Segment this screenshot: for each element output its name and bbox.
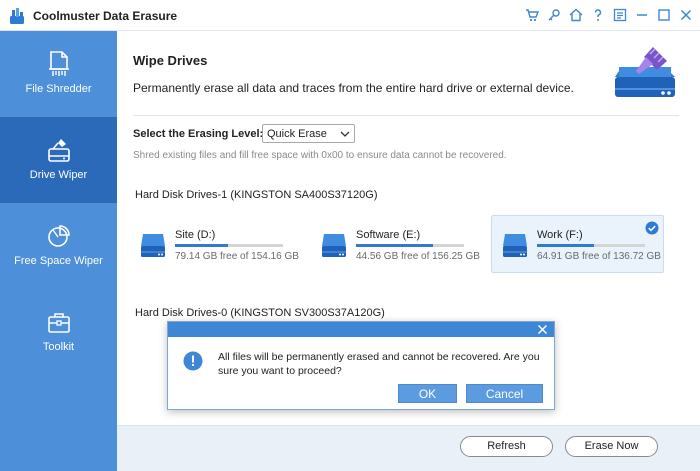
home-icon[interactable] bbox=[567, 6, 585, 24]
erase-now-button[interactable]: Erase Now bbox=[565, 436, 658, 457]
drive-free-space: 64.91 GB free of 136.72 GB bbox=[537, 251, 661, 262]
chevron-down-icon bbox=[340, 131, 350, 137]
drive-wiper-icon bbox=[48, 139, 70, 162]
sidebar-item-label: Toolkit bbox=[42, 341, 75, 353]
drive-usage-bar bbox=[356, 244, 464, 247]
close-icon[interactable] bbox=[677, 6, 695, 24]
toolbox-icon bbox=[48, 313, 70, 333]
pie-chart-icon bbox=[48, 225, 70, 247]
drive-card-software[interactable]: Software (E:) 44.56 GB free of 156.25 GB bbox=[310, 215, 483, 273]
erasing-level-select[interactable]: Quick Erase bbox=[262, 124, 355, 143]
sidebar-item-label: File Shredder bbox=[25, 83, 92, 95]
close-icon[interactable] bbox=[537, 324, 548, 335]
app-logo-icon bbox=[10, 8, 24, 24]
hard-drive-icon bbox=[322, 234, 346, 257]
drive-usage-bar bbox=[537, 244, 645, 247]
feedback-icon[interactable] bbox=[611, 6, 629, 24]
file-shredder-icon bbox=[49, 51, 69, 76]
page-title: Wipe Drives bbox=[133, 53, 208, 68]
divider bbox=[133, 115, 679, 116]
cart-icon[interactable] bbox=[523, 6, 541, 24]
hard-drive-icon bbox=[503, 234, 527, 257]
drive-name: Software (E:) bbox=[356, 229, 421, 241]
sidebar: File Shredder Drive Wiper Free Space Wip… bbox=[0, 31, 117, 471]
checkmark-icon bbox=[645, 221, 659, 235]
page-subtitle: Permanently erase all data and traces fr… bbox=[133, 81, 574, 95]
sidebar-item-label: Free Space Wiper bbox=[14, 255, 103, 267]
erasing-level-label: Select the Erasing Level: bbox=[133, 128, 264, 140]
sidebar-item-toolkit[interactable]: Toolkit bbox=[0, 289, 117, 375]
sidebar-item-file-shredder[interactable]: File Shredder bbox=[0, 31, 117, 117]
erasing-level-hint: Shred existing files and fill free space… bbox=[133, 150, 507, 161]
dialog-header bbox=[168, 322, 554, 337]
drive-usage-fill bbox=[356, 244, 433, 247]
sidebar-item-free-space-wiper[interactable]: Free Space Wiper bbox=[0, 203, 117, 289]
drive-card-work[interactable]: Work (F:) 64.91 GB free of 136.72 GB bbox=[491, 215, 664, 273]
drive-usage-fill bbox=[175, 244, 228, 247]
cancel-button[interactable]: Cancel bbox=[466, 384, 543, 403]
app-title: Coolmuster Data Erasure bbox=[33, 9, 178, 23]
maximize-icon[interactable] bbox=[655, 6, 673, 24]
hard-drive-icon bbox=[141, 234, 165, 257]
erasing-level-value: Quick Erase bbox=[267, 128, 327, 140]
drive-wiper-hero-icon bbox=[615, 47, 675, 97]
drive-free-space: 44.56 GB free of 156.25 GB bbox=[356, 251, 480, 262]
minimize-icon[interactable] bbox=[633, 6, 651, 24]
refresh-button[interactable]: Refresh bbox=[460, 436, 553, 457]
title-bar: Coolmuster Data Erasure bbox=[0, 0, 700, 31]
drive-usage-bar bbox=[175, 244, 283, 247]
key-icon[interactable] bbox=[545, 6, 563, 24]
dialog-message: All files will be permanently erased and… bbox=[218, 351, 540, 377]
drive-group-title: Hard Disk Drives-0 (KINGSTON SV300S37A12… bbox=[135, 307, 385, 319]
drive-free-space: 79.14 GB free of 154.16 GB bbox=[175, 251, 299, 262]
info-icon bbox=[183, 351, 203, 371]
drive-name: Site (D:) bbox=[175, 229, 216, 241]
drive-card-site[interactable]: Site (D:) 79.14 GB free of 154.16 GB bbox=[129, 215, 302, 273]
ok-button[interactable]: OK bbox=[398, 384, 457, 403]
footer-bar: Refresh Erase Now bbox=[117, 425, 700, 471]
drive-group-title: Hard Disk Drives-1 (KINGSTON SA400S37120… bbox=[135, 189, 378, 201]
sidebar-item-label: Drive Wiper bbox=[29, 169, 88, 181]
help-icon[interactable] bbox=[589, 6, 607, 24]
drive-name: Work (F:) bbox=[537, 229, 583, 241]
sidebar-item-drive-wiper[interactable]: Drive Wiper bbox=[0, 117, 117, 203]
confirm-dialog: All files will be permanently erased and… bbox=[167, 321, 555, 410]
drive-usage-fill bbox=[537, 244, 595, 247]
